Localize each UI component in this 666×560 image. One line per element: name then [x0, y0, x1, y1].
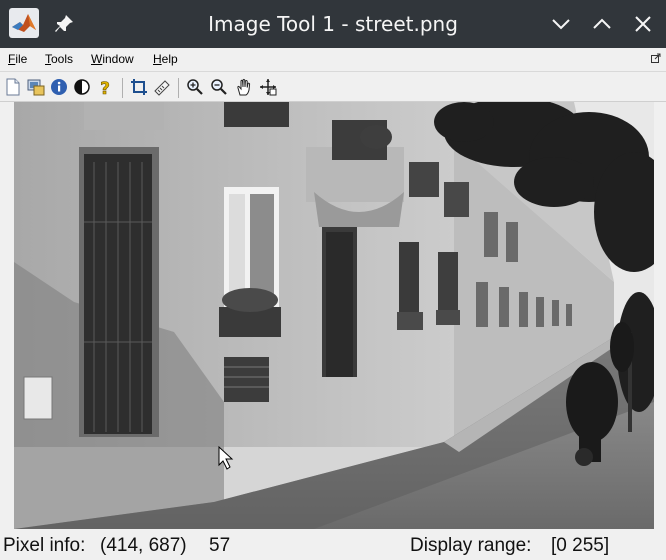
image-viewport[interactable]: [0, 102, 666, 530]
menu-bar: File Tools Window Help: [0, 48, 666, 71]
menu-file[interactable]: File: [8, 52, 27, 66]
help-icon[interactable]: ?: [96, 78, 114, 96]
measure-distance-icon[interactable]: [153, 78, 171, 96]
pan-hand-icon[interactable]: [235, 78, 253, 96]
menu-file-label: File: [8, 52, 28, 66]
street-image: [14, 102, 654, 529]
menu-tools-label: Tools: [45, 52, 74, 66]
crop-icon[interactable]: [130, 78, 148, 96]
svg-text:?: ?: [100, 79, 110, 96]
image-display[interactable]: [14, 102, 654, 529]
menu-help[interactable]: Help: [153, 52, 178, 66]
maximize-icon[interactable]: [589, 11, 615, 37]
toolbar-separator: [178, 78, 179, 98]
menu-tools[interactable]: Tools: [45, 52, 73, 66]
pixel-info-coords: (414, 687): [100, 535, 187, 556]
toolbar: ?: [0, 71, 666, 102]
display-range-value: [0 255]: [551, 535, 610, 556]
title-bar: Image Tool 1 - street.png: [0, 0, 666, 48]
close-icon[interactable]: [630, 11, 656, 37]
menu-help-label: Help: [153, 52, 178, 66]
menu-window-label: Window: [91, 52, 134, 66]
display-range-label: Display range:: [410, 535, 532, 556]
zoom-in-icon[interactable]: [186, 78, 204, 96]
export-icon[interactable]: [27, 78, 45, 96]
pixel-info-label: Pixel info:: [3, 535, 86, 556]
minimize-icon[interactable]: [548, 11, 574, 37]
zoom-out-icon[interactable]: [210, 78, 228, 96]
toolbar-separator: [122, 78, 123, 98]
contrast-icon[interactable]: [73, 78, 91, 96]
status-bar: Pixel info: (414, 687) 57 Display range:…: [0, 530, 666, 560]
menu-window[interactable]: Window: [91, 52, 134, 66]
overview-icon[interactable]: [259, 78, 277, 96]
undock-icon[interactable]: [651, 53, 661, 63]
pixel-info-value: 57: [209, 535, 231, 556]
new-figure-icon[interactable]: [4, 78, 22, 96]
image-info-icon[interactable]: [50, 78, 68, 96]
